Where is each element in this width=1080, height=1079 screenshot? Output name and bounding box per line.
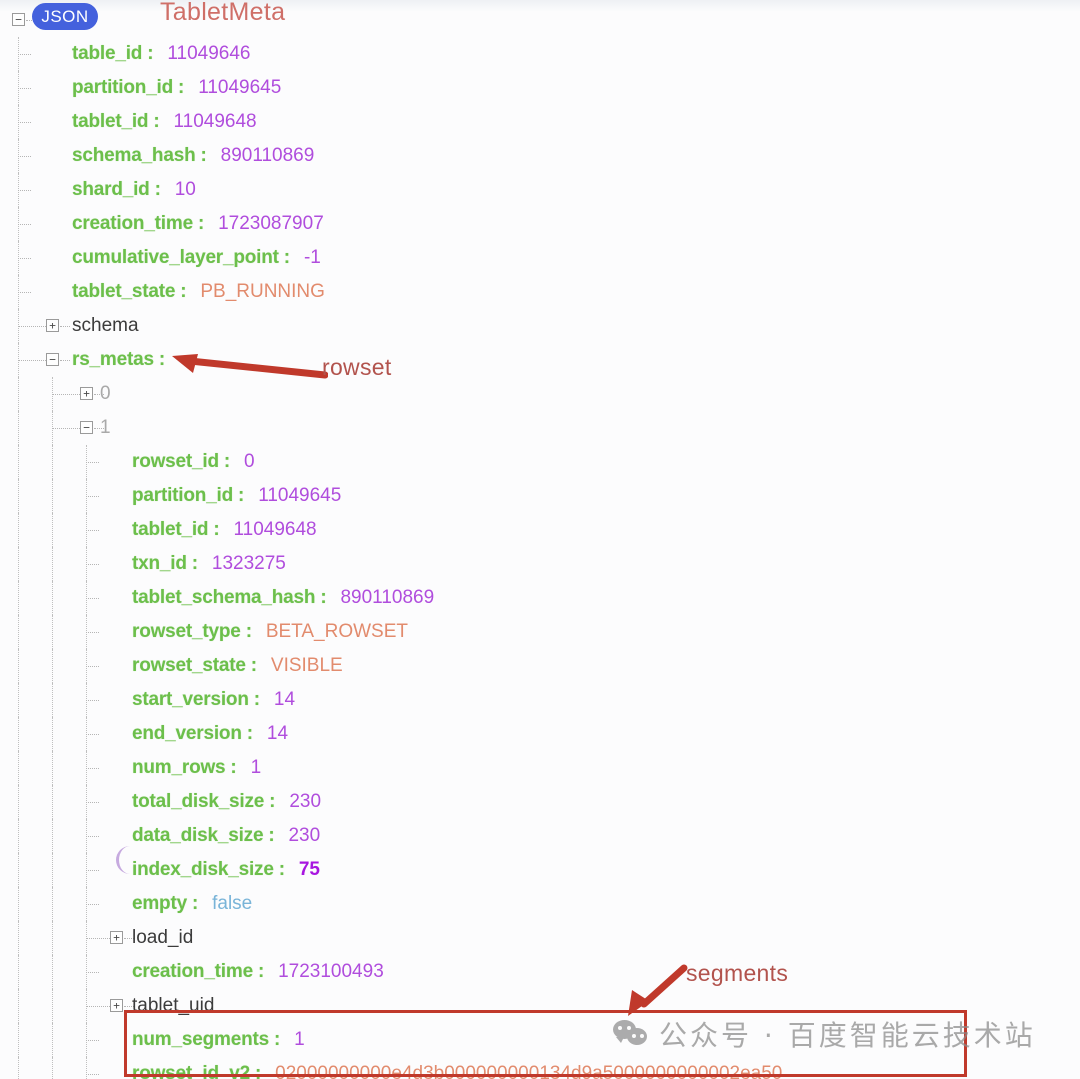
key-label: schema_hash	[72, 145, 196, 166]
value-label[interactable]: false	[212, 887, 252, 921]
annotation-label-segments: segments	[686, 960, 789, 986]
key-label: empty	[132, 893, 187, 914]
key-label: tablet_state	[72, 281, 176, 302]
key-label: tablet_schema_hash	[132, 587, 316, 608]
watermark: 公众号 · 百度智能云技术站	[613, 1014, 1036, 1054]
key-colon: :	[147, 43, 154, 64]
collapse-icon[interactable]: −	[80, 421, 93, 434]
key-colon: :	[223, 451, 231, 472]
key-colon: :	[230, 757, 237, 778]
key-colon: :	[269, 791, 276, 812]
key-colon: :	[250, 655, 257, 676]
wechat-icon	[613, 1019, 653, 1049]
key-label: creation_time	[72, 213, 193, 234]
key-label: rs_metas	[72, 349, 154, 370]
value-label[interactable]: 1323275	[212, 547, 286, 581]
page-title: TabletMeta	[160, 0, 286, 26]
value-label[interactable]: 1723087907	[218, 207, 324, 241]
value-label[interactable]: 230	[289, 785, 321, 819]
highlight-paren-mark	[116, 846, 133, 874]
key-label: shard_id	[72, 179, 150, 200]
annotation-label-rowset: rowset	[322, 354, 392, 380]
array-index-label: 0	[100, 383, 111, 404]
key-colon: :	[197, 213, 205, 234]
json-root-badge[interactable]: JSON	[32, 3, 98, 30]
key-colon: :	[200, 145, 207, 166]
value-label[interactable]: 14	[274, 683, 295, 717]
object-name-label: load_id	[132, 927, 194, 948]
value-label[interactable]: 11049646	[167, 37, 250, 71]
value-label[interactable]: 11049648	[173, 105, 256, 139]
rowset-arrow	[172, 354, 328, 379]
key-colon: :	[178, 77, 185, 98]
key-label: tablet_id	[132, 519, 209, 540]
key-colon: :	[268, 825, 275, 846]
key-colon: :	[191, 553, 198, 574]
collapse-icon[interactable]: −	[12, 13, 25, 26]
key-colon: :	[246, 723, 253, 744]
expand-icon[interactable]: +	[110, 999, 123, 1012]
key-colon: :	[213, 519, 220, 540]
key-label: start_version	[132, 689, 249, 710]
key-label: num_rows	[132, 757, 226, 778]
value-label[interactable]: 11049648	[233, 513, 316, 547]
key-colon: :	[191, 893, 199, 914]
value-label[interactable]: 890110869	[221, 139, 315, 173]
key-label: rowset_type	[132, 621, 241, 642]
key-label: creation_time	[132, 961, 253, 982]
value-label[interactable]: BETA_ROWSET	[266, 615, 408, 649]
key-label: table_id	[72, 43, 143, 64]
key-colon: :	[253, 689, 260, 710]
value-label[interactable]: 11049645	[198, 71, 281, 105]
key-label: rowset_id	[132, 451, 219, 472]
key-colon: :	[245, 621, 252, 642]
key-label: cumulative_layer_point	[72, 247, 279, 268]
key-label: partition_id	[132, 485, 234, 506]
key-colon: :	[180, 281, 187, 302]
key-label: total_disk_size	[132, 791, 265, 812]
key-colon: :	[158, 349, 165, 370]
key-label: rowset_state	[132, 655, 246, 676]
key-label: partition_id	[72, 77, 174, 98]
value-label[interactable]: 230	[288, 819, 320, 853]
expand-icon[interactable]: +	[110, 931, 123, 944]
value-label[interactable]: 1	[251, 751, 262, 785]
expand-icon[interactable]: +	[80, 387, 93, 400]
key-colon: :	[320, 587, 327, 608]
key-label: data_disk_size	[132, 825, 264, 846]
expand-icon[interactable]: +	[46, 319, 59, 332]
value-label[interactable]: 890110869	[340, 581, 434, 615]
value-label[interactable]: 10	[175, 173, 196, 207]
watermark-text: 公众号 · 百度智能云技术站	[659, 1019, 1036, 1052]
key-colon: :	[153, 111, 160, 132]
key-label: txn_id	[132, 553, 187, 574]
key-colon: :	[283, 247, 290, 268]
value-label[interactable]: 1723100493	[278, 955, 384, 989]
value-label[interactable]: 11049645	[258, 479, 341, 513]
array-index-label: 1	[100, 417, 111, 438]
value-label[interactable]: -1	[304, 241, 321, 275]
value-label[interactable]: 0	[244, 445, 255, 479]
json-tree-viewer: − table_id:11049646 partition_id:11049645 t…	[0, 0, 1080, 1079]
key-label: index_disk_size	[132, 859, 274, 880]
key-label: end_version	[132, 723, 242, 744]
value-label[interactable]: PB_RUNNING	[200, 275, 325, 309]
key-colon: :	[154, 179, 161, 200]
key-colon: :	[238, 485, 245, 506]
value-label[interactable]: 75	[299, 853, 320, 887]
value-label[interactable]: VISIBLE	[271, 649, 343, 683]
value-label[interactable]: 14	[267, 717, 288, 751]
key-colon: :	[257, 961, 265, 982]
key-colon: :	[278, 859, 285, 880]
object-name-label: schema	[72, 315, 139, 336]
key-label: tablet_id	[72, 111, 149, 132]
collapse-icon[interactable]: −	[46, 353, 59, 366]
